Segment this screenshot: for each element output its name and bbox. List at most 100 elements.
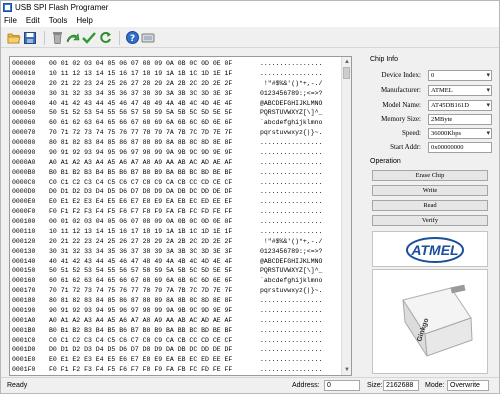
model-name-select[interactable]: AT45DB161D: [428, 99, 492, 111]
memory-size-label: Memory Size:: [381, 115, 421, 123]
hex-row[interactable]: 0000B0 B0 B1 B2 B3 B4 B5 B6 B7 B8 B9 BA B…: [12, 168, 342, 178]
hex-row[interactable]: 000000 00 01 02 03 04 05 06 07 08 09 0A 0…: [12, 59, 342, 69]
hex-row[interactable]: 000150 50 51 52 53 54 55 56 57 58 59 5A 5…: [12, 266, 342, 276]
save-disk-icon[interactable]: [23, 31, 37, 45]
hex-row[interactable]: 0000E0 E0 E1 E2 E3 E4 E5 E6 E7 E8 E9 EA E…: [12, 197, 342, 207]
hex-row[interactable]: 000120 20 21 22 23 24 25 26 27 28 29 2A 2…: [12, 237, 342, 247]
hex-row[interactable]: 000060 60 61 62 63 64 65 66 67 68 69 6A 6…: [12, 118, 342, 128]
verify-check-icon[interactable]: [82, 31, 96, 45]
hex-row[interactable]: 0001A0 A0 A1 A2 A3 A4 A5 A6 A7 A8 A9 AA A…: [12, 316, 342, 326]
hex-row[interactable]: 0000A0 A0 A1 A2 A3 A4 A5 A6 A7 A8 A9 AA A…: [12, 158, 342, 168]
hex-row[interactable]: 000030 30 31 32 33 34 35 36 37 38 39 3A 3…: [12, 89, 342, 99]
scroll-down-arrow-icon[interactable]: ▼: [343, 366, 351, 374]
model-name-label: Model Name:: [382, 101, 421, 109]
hex-bytes: 60 61 62 63 64 65 66 67 68 69 6A 6B 6C 6…: [49, 119, 233, 127]
start-addr-row: Start Addr: 0x00000000: [368, 141, 495, 153]
vertical-scrollbar[interactable]: ▲ ▼: [341, 57, 351, 375]
hex-bytes: 90 91 92 93 94 95 96 97 98 99 9A 9B 9C 9…: [49, 148, 233, 156]
toolbar-separator: [44, 30, 45, 45]
hex-address: 000090: [12, 148, 36, 156]
hex-ascii: ................: [260, 158, 323, 166]
hex-ascii: !"#$%&'()*+,-./: [260, 79, 323, 87]
menu-file[interactable]: File: [4, 16, 17, 25]
hex-bytes: 80 81 82 83 84 85 86 87 88 89 8A 8B 8C 8…: [49, 139, 233, 146]
hex-row[interactable]: 000090 90 91 92 93 94 95 96 97 98 99 9A 9…: [12, 148, 342, 158]
hex-row[interactable]: 0000F0 F0 F1 F2 F3 F4 F5 F6 F7 F8 F9 FA F…: [12, 207, 342, 217]
manufacturer-row: Manufacturer: ATMEL: [368, 84, 495, 96]
hex-row[interactable]: 000010 10 11 12 13 14 15 16 17 18 19 1A 1…: [12, 69, 342, 79]
mode-label: Mode:: [425, 382, 445, 389]
hex-row[interactable]: 0001B0 B0 B1 B2 B3 B4 B5 B6 B7 B8 B9 BA B…: [12, 326, 342, 336]
open-folder-icon[interactable]: [7, 31, 21, 45]
hex-row[interactable]: 0001C0 C0 C1 C2 C3 C4 C5 C6 C7 C8 C9 CA C…: [12, 336, 342, 346]
hex-row[interactable]: 000160 60 61 62 63 64 65 66 67 68 69 6A 6…: [12, 276, 342, 286]
scroll-up-arrow-icon[interactable]: ▲: [343, 58, 351, 66]
start-addr-input[interactable]: 0x00000000: [428, 141, 492, 153]
hex-address: 000140: [12, 257, 36, 265]
hex-row[interactable]: 000110 10 11 12 13 14 15 16 17 18 19 1A 1…: [12, 227, 342, 237]
hex-row[interactable]: 000130 30 31 32 33 34 35 36 37 38 39 3A 3…: [12, 247, 342, 257]
hex-row[interactable]: 0001F0 F0 F1 F2 F3 F4 F5 F6 F7 F8 F9 FA F…: [12, 365, 342, 375]
hex-bytes: B0 B1 B2 B3 B4 B5 B6 B7 B8 B9 BA BB BC B…: [49, 168, 233, 176]
hex-row[interactable]: 0000D0 D0 D1 D2 D3 D4 D5 D6 D7 D8 D9 DA D…: [12, 187, 342, 197]
write-button[interactable]: Write: [372, 185, 488, 196]
hex-ascii: PQRSTUVWXYZ[\]^_: [260, 109, 323, 117]
verify-button[interactable]: Verify: [372, 215, 488, 226]
menu-bar: File Edit Tools Help: [1, 14, 499, 27]
hex-row[interactable]: 0001E0 E0 E1 E2 E3 E4 E5 E6 E7 E8 E9 EA E…: [12, 355, 342, 365]
help-icon[interactable]: ?: [125, 31, 139, 45]
hex-address: 0001C0: [12, 336, 36, 344]
device-index-select[interactable]: 0: [428, 69, 492, 81]
hex-row[interactable]: 000050 50 51 52 53 54 55 56 57 58 59 5A 5…: [12, 108, 342, 118]
menu-tools[interactable]: Tools: [49, 16, 68, 25]
hex-ascii: ................: [260, 336, 323, 344]
menu-edit[interactable]: Edit: [26, 16, 40, 25]
hex-bytes: D0 D1 D2 D3 D4 D5 D6 D7 D8 D9 DA DB DC D…: [49, 346, 233, 354]
read-button[interactable]: Read: [372, 200, 488, 211]
hex-bytes: 20 21 22 23 24 25 26 27 28 29 2A 2B 2C 2…: [49, 79, 233, 87]
hex-bytes: 50 51 52 53 54 55 56 57 58 59 5A 5B 5C 5…: [49, 267, 233, 275]
hex-row[interactable]: 000180 80 81 82 83 84 85 86 87 88 89 8A 8…: [12, 296, 342, 306]
hex-address: 0000F0: [12, 208, 36, 216]
hex-row[interactable]: 000070 70 71 72 73 74 75 76 77 78 79 7A 7…: [12, 128, 342, 138]
hex-row[interactable]: 000140 40 41 42 43 44 45 46 47 48 49 4A 4…: [12, 257, 342, 267]
speed-select[interactable]: 36000Kbps: [428, 127, 492, 139]
menu-help[interactable]: Help: [76, 16, 92, 25]
address-value: 0: [324, 380, 360, 391]
read-refresh-icon[interactable]: [98, 31, 112, 45]
manufacturer-select[interactable]: ATMEL: [428, 84, 492, 96]
hex-row[interactable]: 0001D0 D0 D1 D2 D3 D4 D5 D6 D7 D8 D9 DA D…: [12, 345, 342, 355]
write-arrow-icon[interactable]: [66, 31, 80, 45]
device-icon[interactable]: [141, 31, 155, 45]
hex-row[interactable]: 000170 70 71 72 73 74 75 76 77 78 79 7A 7…: [12, 286, 342, 296]
hex-ascii: `abcdefghijklmno: [260, 119, 323, 127]
hex-row[interactable]: 000040 40 41 42 43 44 45 46 47 48 49 4A 4…: [12, 99, 342, 109]
app-window: USB SPI Flash Programer File Edit Tools …: [0, 0, 500, 394]
hex-ascii: ................: [260, 306, 323, 314]
hex-row[interactable]: 000080 80 81 82 83 84 85 86 87 88 89 8A 8…: [12, 138, 342, 148]
hex-bytes: E0 E1 E2 E3 E4 E5 E6 E7 E8 E9 EA EB EC E…: [49, 356, 233, 364]
hex-address: 000070: [12, 129, 36, 137]
hex-row[interactable]: 0000C0 C0 C1 C2 C3 C4 C5 C6 C7 C8 C9 CA C…: [12, 178, 342, 188]
atmel-logo-text: ATMEL: [410, 242, 458, 258]
hex-address: 000040: [12, 99, 36, 107]
hex-bytes: 10 11 12 13 14 15 16 17 18 19 1A 1B 1C 1…: [49, 69, 233, 77]
window-title: USB SPI Flash Programer: [15, 3, 109, 12]
hex-ascii: 0123456789:;<=>?: [260, 247, 323, 255]
erase-chip-button[interactable]: Erase Chip: [372, 170, 488, 181]
hex-ascii: PQRSTUVWXYZ[\]^_: [260, 267, 323, 275]
hex-ascii: pqrstuvwxyz{|}~.: [260, 287, 323, 295]
hex-bytes: E0 E1 E2 E3 E4 E5 E6 E7 E8 E9 EA EB EC E…: [49, 198, 233, 206]
hex-bytes: 30 31 32 33 34 35 36 37 38 39 3A 3B 3C 3…: [49, 89, 233, 97]
chip-info-title: Chip Info: [370, 56, 399, 63]
hex-row[interactable]: 000190 90 91 92 93 94 95 96 97 98 99 9A 9…: [12, 306, 342, 316]
memory-size-field[interactable]: 2MByte: [428, 113, 492, 125]
erase-trash-icon[interactable]: [50, 31, 64, 45]
hex-address: 000050: [12, 109, 36, 117]
hex-row[interactable]: 000100 00 01 02 03 04 05 06 07 08 09 0A 0…: [12, 217, 342, 227]
memory-size-row: Memory Size: 2MByte: [368, 113, 495, 125]
device-index-label: Device Index:: [381, 71, 421, 79]
scroll-thumb[interactable]: [343, 67, 350, 79]
hex-editor[interactable]: 000000 00 01 02 03 04 05 06 07 08 09 0A 0…: [9, 56, 352, 376]
hex-row[interactable]: 000020 20 21 22 23 24 25 26 27 28 29 2A 2…: [12, 79, 342, 89]
